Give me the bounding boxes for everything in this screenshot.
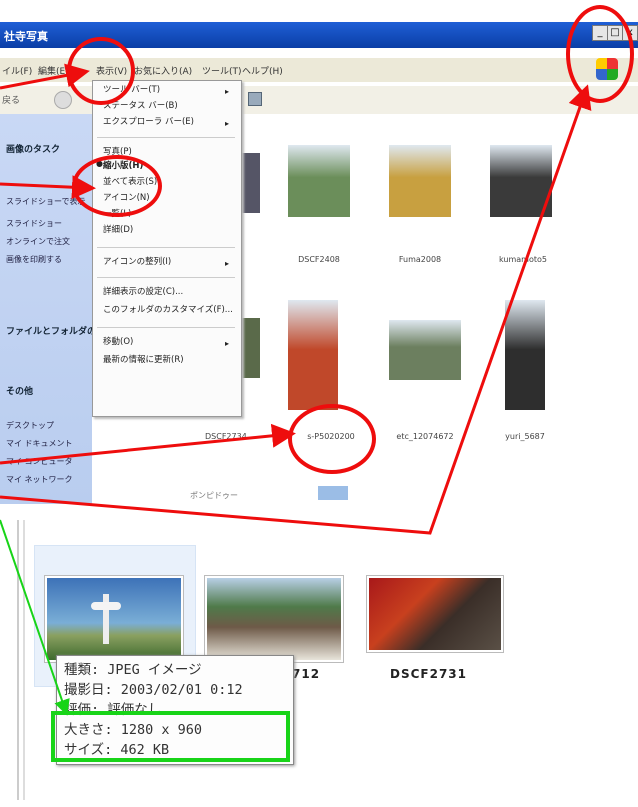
red-arrow <box>0 423 296 465</box>
green-arrow <box>0 519 70 716</box>
annotation-arrows <box>0 63 592 716</box>
red-arrow <box>0 84 592 535</box>
red-arrow <box>0 63 90 90</box>
red-arrow <box>0 175 96 200</box>
